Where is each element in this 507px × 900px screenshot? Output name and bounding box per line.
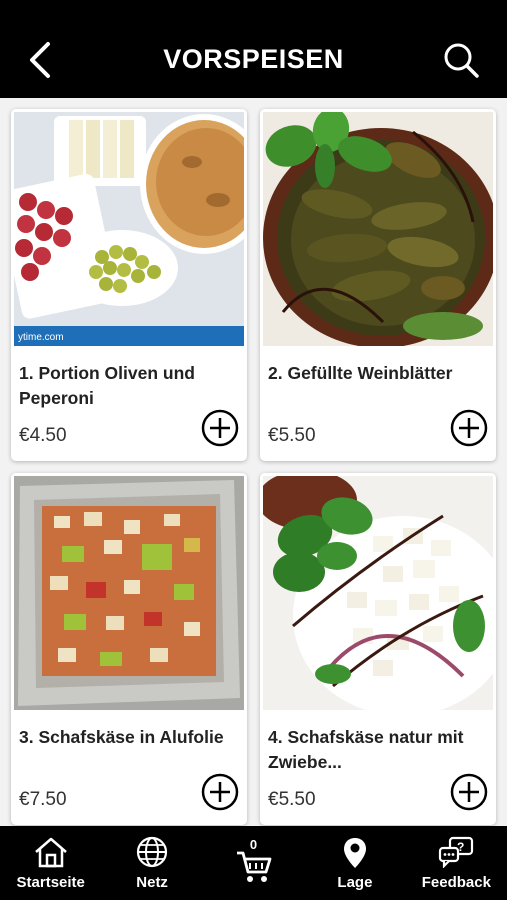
nav-label-net: Netz bbox=[136, 874, 168, 891]
nav-label-feedback: Feedback bbox=[421, 874, 491, 891]
product-card[interactable]: ytime.com 1. Portion Oliven und Peperoni… bbox=[11, 109, 247, 461]
nav-label-location: Lage bbox=[337, 874, 373, 891]
product-name: 4. Schafskäse natur mit Zwiebe... bbox=[268, 727, 464, 772]
search-icon[interactable] bbox=[441, 40, 481, 80]
add-circle-icon[interactable] bbox=[450, 773, 488, 811]
nav-item-net[interactable]: Netz bbox=[101, 826, 202, 900]
product-name: 1. Portion Oliven und Peperoni bbox=[19, 363, 195, 408]
product-grid: ytime.com 1. Portion Oliven und Peperoni… bbox=[0, 98, 507, 826]
product-card[interactable]: 3. Schafskäse in Alufolie €7.50 bbox=[11, 473, 247, 825]
product-price: €5.50 bbox=[268, 789, 316, 810]
page-title: VORSPEISEN bbox=[163, 44, 344, 74]
add-circle-icon[interactable] bbox=[201, 409, 239, 447]
product-image-olives: ytime.com bbox=[14, 112, 244, 346]
nav-item-cart[interactable]: 0 bbox=[203, 826, 304, 900]
product-image-feta-foil bbox=[14, 476, 244, 710]
add-circle-icon[interactable] bbox=[201, 773, 239, 811]
product-price: €4.50 bbox=[19, 425, 67, 446]
product-card[interactable]: 2. Gefüllte Weinblätter €5.50 bbox=[260, 109, 496, 461]
nav-label-home: Startseite bbox=[16, 874, 85, 891]
globe-icon bbox=[137, 836, 168, 868]
top-app-bar: VORSPEISEN bbox=[0, 0, 507, 98]
image-caption: ytime.com bbox=[18, 332, 64, 343]
add-circle-icon[interactable] bbox=[450, 409, 488, 447]
nav-item-location[interactable]: Lage bbox=[304, 826, 405, 900]
cart-icon bbox=[236, 851, 271, 882]
product-card[interactable]: 4. Schafskäse natur mit Zwiebe... €5.50 bbox=[260, 473, 496, 825]
product-price: €5.50 bbox=[268, 425, 316, 446]
product-price: €7.50 bbox=[19, 789, 67, 810]
product-name: 2. Gefüllte Weinblätter bbox=[268, 363, 453, 383]
product-image-vine-leaves bbox=[263, 112, 493, 346]
product-image-feta-onions bbox=[263, 476, 493, 710]
nav-item-home[interactable]: Startseite bbox=[0, 826, 101, 900]
location-pin-icon bbox=[343, 838, 366, 868]
home-icon bbox=[34, 837, 67, 868]
bottom-navigation: Startseite Netz 0 Lage ? Feedback bbox=[0, 826, 507, 900]
feedback-chat-icon: ? bbox=[439, 836, 474, 868]
nav-item-feedback[interactable]: ? Feedback bbox=[406, 826, 507, 900]
product-name: 3. Schafskäse in Alufolie bbox=[19, 727, 224, 747]
